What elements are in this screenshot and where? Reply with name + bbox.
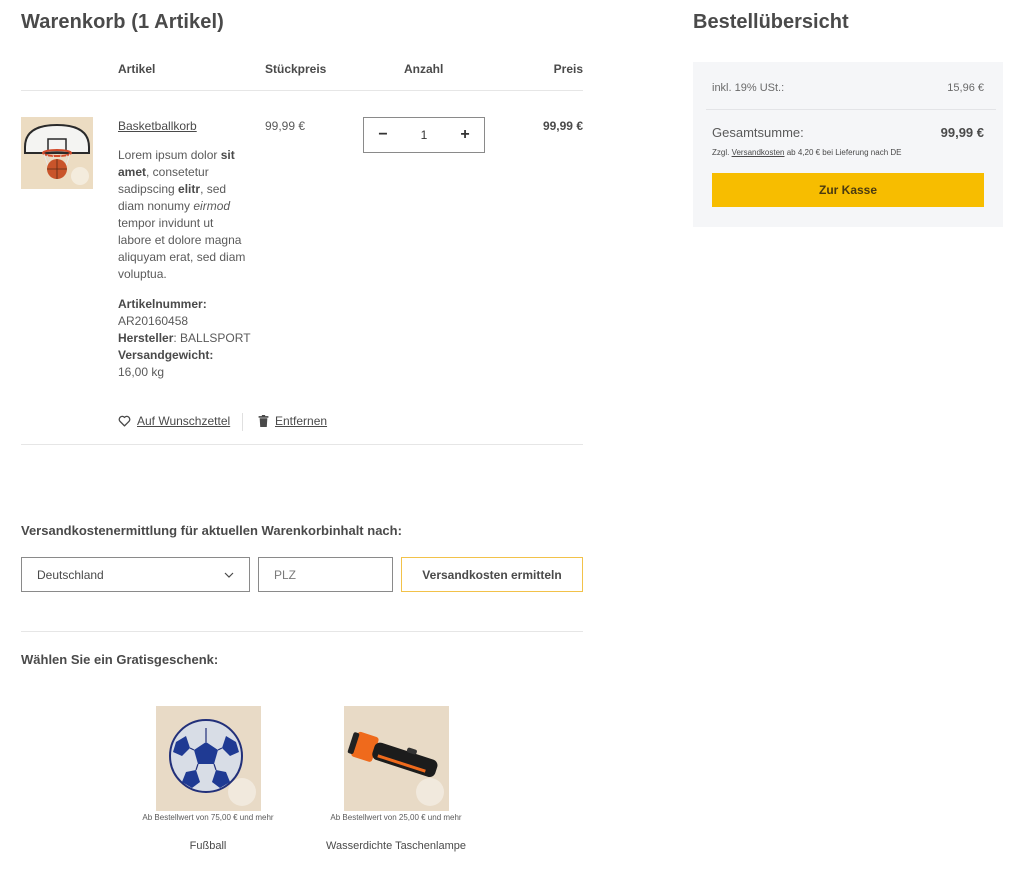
- total-label: Gesamtsumme:: [712, 125, 804, 140]
- header-divider: [21, 90, 583, 91]
- wishlist-action[interactable]: Auf Wunschzettel: [118, 414, 230, 428]
- quantity-decrease-button[interactable]: −: [376, 127, 390, 143]
- action-divider: [242, 413, 243, 431]
- shipping-costs-link[interactable]: Versandkosten: [732, 148, 785, 157]
- tax-value: 15,96 €: [947, 82, 984, 94]
- description-run: elitr: [178, 182, 201, 196]
- unit-price: 99,99 €: [265, 119, 306, 133]
- description-run: eirmod: [193, 199, 231, 213]
- shipping-note-suffix: ab 4,20 € bei Lieferung nach DE: [784, 148, 902, 157]
- article-number-label: Artikelnummer:: [118, 297, 207, 311]
- quantity-stepper: − 1 +: [363, 117, 485, 153]
- remove-action[interactable]: Entfernen: [258, 414, 327, 428]
- checkout-button[interactable]: Zur Kasse: [712, 173, 984, 207]
- shipping-note-prefix: Zzgl.: [712, 148, 732, 157]
- line-total-price: 99,99 €: [542, 119, 583, 133]
- quantity-increase-button[interactable]: +: [458, 127, 472, 143]
- cart-title: Warenkorb (1 Artikel): [21, 11, 224, 33]
- gift-name[interactable]: Wasserdichte Taschenlampe: [311, 840, 481, 852]
- country-value: Deutschland: [37, 567, 104, 582]
- manufacturer-label: Hersteller: [118, 331, 174, 345]
- heart-icon: [118, 415, 131, 427]
- gift-image-flashlight[interactable]: [344, 706, 449, 811]
- image-watermark: [228, 778, 256, 806]
- shipping-estimate-title: Versandkostenermittlung für aktuellen Wa…: [21, 523, 402, 538]
- quantity-value[interactable]: 1: [421, 128, 428, 142]
- gift-condition: Ab Bestellwert von 75,00 € und mehr: [142, 813, 274, 822]
- country-select[interactable]: Deutschland: [21, 557, 250, 592]
- gift-image-football[interactable]: [156, 706, 261, 811]
- shipping-note: Zzgl. Versandkosten ab 4,20 € bei Liefer…: [712, 148, 901, 157]
- description-run: Lorem ipsum dolor: [118, 148, 221, 162]
- product-thumbnail[interactable]: [21, 117, 93, 189]
- wishlist-link[interactable]: Auf Wunschzettel: [137, 414, 230, 428]
- image-watermark: [416, 778, 444, 806]
- tax-label: inkl. 19% USt.:: [712, 82, 785, 94]
- column-item: Artikel: [118, 62, 156, 76]
- column-price: Preis: [553, 62, 583, 76]
- zip-input[interactable]: [258, 557, 393, 592]
- gift-name[interactable]: Fußball: [123, 840, 293, 852]
- shipping-divider: [21, 631, 583, 632]
- product-name-link[interactable]: Basketballkorb: [118, 119, 197, 133]
- remove-link[interactable]: Entfernen: [275, 414, 327, 428]
- order-summary-title: Bestellübersicht: [693, 11, 849, 33]
- chevron-down-icon: [224, 572, 234, 578]
- free-gift-title: Wählen Sie ein Gratisgeschenk:: [21, 652, 219, 667]
- trash-icon: [258, 415, 269, 427]
- product-meta: Artikelnummer: AR20160458 Hersteller: BA…: [118, 296, 258, 381]
- weight-value: 16,00 kg: [118, 365, 165, 379]
- column-unit-price: Stückpreis: [265, 62, 327, 76]
- item-divider: [21, 444, 583, 445]
- image-watermark: [71, 167, 89, 185]
- column-quantity: Anzahl: [404, 62, 444, 76]
- summary-divider: [706, 109, 996, 110]
- weight-label: Versandgewicht:: [118, 348, 214, 362]
- total-value: 99,99 €: [940, 125, 984, 140]
- calculate-shipping-button[interactable]: Versandkosten ermitteln: [401, 557, 583, 592]
- manufacturer-value: : BALLSPORT: [173, 331, 251, 345]
- article-number: AR20160458: [118, 314, 189, 328]
- description-run: tempor invidunt ut labore et dolore magn…: [118, 216, 246, 281]
- product-description: Lorem ipsum dolor sit amet, consetetur s…: [118, 147, 250, 283]
- gift-condition: Ab Bestellwert von 25,00 € und mehr: [330, 813, 462, 822]
